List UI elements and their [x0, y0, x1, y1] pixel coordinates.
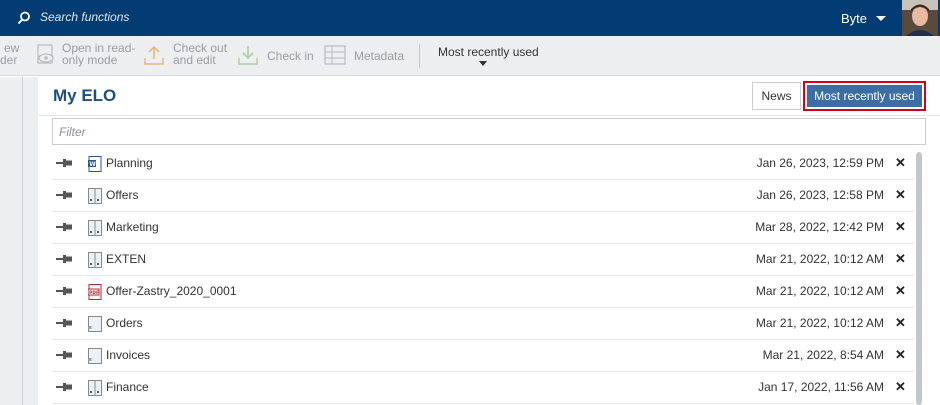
close-icon[interactable]: ✕: [895, 379, 906, 395]
pdf-icon: PDF: [88, 284, 102, 300]
item-date: Mar 21, 2022, 8:54 AM: [762, 348, 884, 362]
filter-input[interactable]: Filter: [52, 118, 926, 145]
item-name[interactable]: Offers: [106, 188, 138, 202]
item-name[interactable]: EXTEN: [106, 252, 146, 266]
top-bar: Search functions Byte: [0, 0, 940, 36]
pin-icon[interactable]: [56, 318, 72, 328]
item-name[interactable]: Offer-Zastry_2020_0001: [106, 284, 237, 298]
word-doc-icon: W: [88, 156, 102, 172]
metadata-icon: [324, 45, 346, 65]
divider: [38, 115, 940, 116]
pin-icon[interactable]: [56, 286, 72, 296]
download-icon: [238, 46, 258, 65]
item-name[interactable]: Planning: [106, 156, 153, 170]
list-item[interactable]: Marketing Mar 28, 2022, 12:42 PM ✕: [52, 212, 914, 244]
metadata-button[interactable]: Metadata: [354, 50, 404, 62]
close-icon[interactable]: ✕: [895, 315, 906, 331]
check-out-label-2: and edit: [173, 53, 216, 67]
item-date: Jan 26, 2023, 12:58 PM: [756, 188, 884, 202]
tab-most-recently-used-label: Most recently used: [807, 85, 922, 107]
item-date: Mar 28, 2022, 12:42 PM: [755, 220, 884, 234]
pin-icon[interactable]: [56, 254, 72, 264]
item-name[interactable]: Orders: [106, 316, 143, 330]
tab-news[interactable]: News: [752, 82, 801, 110]
search-input[interactable]: Search functions: [40, 10, 129, 24]
search-icon[interactable]: [16, 10, 32, 26]
item-date: Jan 26, 2023, 12:59 PM: [756, 156, 884, 170]
toolbar-partial-label-2: der: [0, 53, 18, 67]
list-item[interactable]: Offers Jan 26, 2023, 12:58 PM ✕: [52, 180, 914, 212]
open-readonly-label-2: only mode: [62, 53, 118, 67]
open-readonly-button[interactable]: Open in read- only mode: [62, 42, 135, 66]
user-menu[interactable]: Byte: [841, 11, 867, 26]
tab-most-recently-used[interactable]: Most recently used: [803, 81, 926, 111]
item-date: Mar 21, 2022, 10:12 AM: [755, 252, 884, 266]
svg-text:W: W: [89, 161, 96, 168]
folder-binder-icon: [88, 380, 102, 396]
item-date: Mar 21, 2022, 10:12 AM: [755, 284, 884, 298]
toolbar-partial-button[interactable]: ew der: [0, 42, 19, 66]
pin-icon[interactable]: [56, 350, 72, 360]
item-date: Jan 17, 2022, 11:56 AM: [758, 380, 884, 394]
avatar[interactable]: [902, 0, 938, 36]
check-out-button[interactable]: Check out and edit: [173, 42, 227, 66]
caret-down-icon[interactable]: [479, 61, 487, 66]
item-date: Mar 21, 2022, 10:12 AM: [755, 316, 884, 330]
left-rail: [0, 77, 38, 405]
folder-binder-icon: [88, 252, 102, 268]
close-icon[interactable]: ✕: [895, 283, 906, 299]
item-name[interactable]: Finance: [106, 380, 149, 394]
folder-icon: [88, 316, 102, 332]
item-name[interactable]: Marketing: [106, 220, 159, 234]
page-title: My ELO: [53, 86, 117, 105]
filter-placeholder: Filter: [59, 125, 86, 139]
close-icon[interactable]: ✕: [895, 347, 906, 363]
list-item[interactable]: Finance Jan 17, 2022, 11:56 AM ✕: [52, 372, 914, 404]
folder-binder-icon: [88, 220, 102, 236]
check-in-button[interactable]: Check in: [267, 50, 314, 62]
close-icon[interactable]: ✕: [895, 155, 906, 171]
list-item[interactable]: W Planning Jan 26, 2023, 12:59 PM ✕: [52, 148, 914, 180]
close-icon[interactable]: ✕: [895, 219, 906, 235]
mru-dropdown[interactable]: Most recently used: [438, 45, 539, 59]
list-item[interactable]: EXTEN Mar 21, 2022, 10:12 AM ✕: [52, 244, 914, 276]
chevron-down-icon[interactable]: [876, 16, 886, 21]
close-icon[interactable]: ✕: [895, 251, 906, 267]
list-item[interactable]: Orders Mar 21, 2022, 10:12 AM ✕: [52, 308, 914, 340]
pin-icon[interactable]: [56, 158, 72, 168]
upload-icon: [144, 45, 164, 65]
pin-icon[interactable]: [56, 222, 72, 232]
toolbar-divider: [419, 44, 420, 68]
pin-icon[interactable]: [56, 190, 72, 200]
pin-icon[interactable]: [56, 382, 72, 392]
toolbar: ew der Open in read- only mode Check out…: [0, 36, 940, 76]
item-name[interactable]: Invoices: [106, 348, 150, 362]
folder-binder-icon: [88, 188, 102, 204]
folder-icon: [88, 348, 102, 364]
list-item[interactable]: Invoices Mar 21, 2022, 8:54 AM ✕: [52, 340, 914, 372]
scrollbar[interactable]: [916, 152, 922, 405]
svg-text:PDF: PDF: [89, 290, 99, 296]
recent-list: W Planning Jan 26, 2023, 12:59 PM ✕ Offers Ja…: [52, 148, 914, 405]
eye-icon: [37, 44, 54, 64]
left-rail-divider: [22, 77, 23, 405]
list-item[interactable]: PDF Offer-Zastry_2020_0001 Mar 21, 2022, 1…: [52, 276, 914, 308]
close-icon[interactable]: ✕: [895, 187, 906, 203]
